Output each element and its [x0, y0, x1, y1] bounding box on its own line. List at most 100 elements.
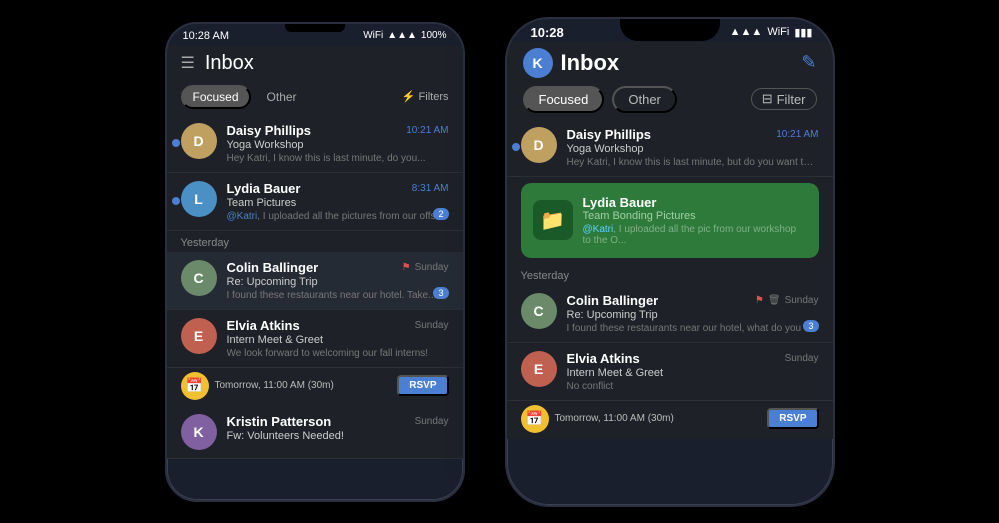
ios-subject-daisy: Yoga Workshop	[567, 143, 819, 155]
android-section-yesterday: Yesterday	[167, 231, 463, 252]
ios-swipe-sender: Lydia Bauer	[583, 195, 657, 210]
sender-elvia: Elvia Atkins	[227, 318, 300, 333]
ios-sender-daisy: Daisy Phillips	[567, 127, 652, 142]
ios-notch	[620, 19, 720, 41]
android-email-lydia[interactable]: L Lydia Bauer 8:31 AM Team Pictures @Kat…	[167, 173, 463, 231]
android-focused-tab[interactable]: Focused	[181, 85, 251, 109]
ios-time: 10:28	[527, 25, 564, 40]
ios-unread-dot-daisy	[512, 143, 520, 151]
ios-rsvp-container: 📅 Tomorrow, 11:00 AM (30m) RSVP	[507, 401, 833, 439]
ios-time-colin: Sunday	[785, 295, 819, 306]
subject-colin: Re: Upcoming Trip	[227, 276, 449, 288]
preview-daisy: Hey Katri, I know this is last minute, d…	[227, 153, 449, 164]
sender-lydia: Lydia Bauer	[227, 181, 301, 196]
ios-time-elvia: Sunday	[785, 353, 819, 364]
wifi-icon: WiFi	[363, 30, 383, 41]
battery-label: 100%	[421, 30, 447, 41]
avatar-lydia: L	[181, 181, 217, 217]
subject-daisy: Yoga Workshop	[227, 139, 449, 151]
ios-email-list: D Daisy Phillips 10:21 AM Yoga Workshop …	[507, 119, 833, 439]
ios-swipe-card: 📁 Lydia Bauer Team Bonding Pictures @Kat…	[521, 183, 819, 258]
ios-filter-label: Filter	[777, 92, 806, 107]
unread-dot	[172, 139, 180, 147]
email-body-elvia: Elvia Atkins Sunday Intern Meet & Greet …	[227, 318, 449, 359]
ios-sender-colin: Colin Ballinger	[567, 293, 659, 308]
badge-lydia: 2	[433, 208, 448, 220]
android-email-elvia[interactable]: E Elvia Atkins Sunday Intern Meet & Gree…	[167, 310, 463, 368]
subject-kristin: Fw: Volunteers Needed!	[227, 430, 449, 442]
android-other-tab[interactable]: Other	[257, 87, 307, 107]
preview-lydia: @Katri, I uploaded all the pictures from…	[227, 211, 449, 222]
ios-subject-elvia: Intern Meet & Greet	[567, 367, 819, 379]
ios-time-daisy: 10:21 AM	[776, 129, 818, 140]
ios-flag-icon-colin: ⚑	[755, 295, 764, 306]
ios-avatar-elvia: E	[521, 351, 557, 387]
preview-elvia: We look forward to welcoming our fall in…	[227, 348, 449, 359]
android-status-icons: WiFi ▲▲▲ 100%	[363, 30, 446, 41]
subject-lydia: Team Pictures	[227, 197, 449, 209]
android-app-header: ☰ Inbox	[167, 46, 463, 81]
ios-signal-icon: ▲▲▲	[730, 26, 763, 38]
flag-icon-colin: ⚑	[402, 262, 411, 273]
filter-label: Filters	[419, 91, 449, 103]
ios-email-colin[interactable]: C Colin Ballinger ⚑ 🗑 Sunday Re: Upcomin…	[507, 285, 833, 343]
ios-filter-icon: ⊟	[762, 91, 773, 107]
ios-email-body-elvia: Elvia Atkins Sunday Intern Meet & Greet …	[567, 351, 819, 392]
android-phone: 10:28 AM WiFi ▲▲▲ 100% ☰ Inbox Focused O…	[165, 22, 465, 502]
avatar-elvia: E	[181, 318, 217, 354]
ios-rsvp-button[interactable]: RSVP	[767, 408, 818, 429]
ios-user-avatar[interactable]: K	[523, 48, 553, 78]
calendar-avatar: 📅	[181, 372, 209, 400]
ios-rsvp-time-text: Tomorrow, 11:00 AM (30m)	[555, 413, 762, 424]
sender-colin: Colin Ballinger	[227, 260, 319, 275]
email-body-lydia: Lydia Bauer 8:31 AM Team Pictures @Katri…	[227, 181, 449, 222]
android-email-kristin[interactable]: K Kristin Patterson Sunday Fw: Volunteer…	[167, 406, 463, 459]
ios-email-elvia[interactable]: E Elvia Atkins Sunday Intern Meet & Gree…	[507, 343, 833, 401]
time-lydia: 8:31 AM	[412, 183, 449, 194]
unread-dot-lydia	[172, 197, 180, 205]
ios-email-daisy[interactable]: D Daisy Phillips 10:21 AM Yoga Workshop …	[507, 119, 833, 177]
android-email-daisy[interactable]: D Daisy Phillips 10:21 AM Yoga Workshop …	[167, 115, 463, 173]
ios-swipe-body: Lydia Bauer Team Bonding Pictures @Katri…	[583, 195, 807, 246]
android-rsvp-button[interactable]: RSVP	[397, 375, 448, 396]
time-elvia: Sunday	[415, 320, 449, 331]
signal-icon: ▲▲▲	[387, 30, 417, 41]
time-colin: Sunday	[415, 262, 449, 273]
hamburger-icon[interactable]: ☰	[181, 53, 195, 73]
ios-inbox-title: Inbox	[561, 50, 802, 76]
android-filters-row: Focused Other ⚡ Filters	[167, 81, 463, 115]
android-email-colin[interactable]: C Colin Ballinger ⚑ Sunday Re: Upcoming …	[167, 252, 463, 310]
avatar-colin: C	[181, 260, 217, 296]
android-time: 10:28 AM	[183, 30, 229, 42]
ios-swipe-avatar: 📁	[533, 200, 573, 240]
android-filter-btn[interactable]: ⚡ Filters	[402, 90, 449, 103]
email-body-kristin: Kristin Patterson Sunday Fw: Volunteers …	[227, 414, 449, 450]
ios-swipe-preview[interactable]: 📁 Lydia Bauer Team Bonding Pictures @Kat…	[521, 183, 819, 258]
ios-badge-colin: 3	[803, 320, 818, 332]
ios-compose-icon[interactable]: ✎	[801, 52, 816, 73]
ios-swipe-subject: Team Bonding Pictures	[583, 210, 807, 222]
sender-kristin: Kristin Patterson	[227, 414, 332, 429]
ios-email-body-colin: Colin Ballinger ⚑ 🗑 Sunday Re: Upcoming …	[567, 293, 819, 334]
ios-phone: 10:28 ▲▲▲ WiFi ▮▮▮ K Inbox ✎ Focused Oth…	[505, 17, 835, 507]
ios-trash-icon: 🗑	[768, 295, 781, 306]
ios-wifi-icon: WiFi	[767, 26, 789, 38]
ios-app-header: K Inbox ✎	[507, 42, 833, 82]
ios-email-body-daisy: Daisy Phillips 10:21 AM Yoga Workshop He…	[567, 127, 819, 168]
ios-filter-btn[interactable]: ⊟ Filter	[751, 88, 817, 110]
time-kristin: Sunday	[415, 416, 449, 427]
ios-section-yesterday: Yesterday	[507, 264, 833, 285]
rsvp-time-text: Tomorrow, 11:00 AM (30m)	[215, 380, 392, 391]
ios-avatar-colin: C	[521, 293, 557, 329]
ios-focused-tab[interactable]: Focused	[523, 86, 605, 113]
email-body-daisy: Daisy Phillips 10:21 AM Yoga Workshop He…	[227, 123, 449, 164]
ios-subject-colin: Re: Upcoming Trip	[567, 309, 819, 321]
badge-colin: 3	[433, 287, 448, 299]
email-body-colin: Colin Ballinger ⚑ Sunday Re: Upcoming Tr…	[227, 260, 449, 301]
preview-colin: I found these restaurants near our hotel…	[227, 290, 449, 301]
ios-sender-elvia: Elvia Atkins	[567, 351, 640, 366]
ios-other-tab[interactable]: Other	[612, 86, 677, 113]
android-email-list: D Daisy Phillips 10:21 AM Yoga Workshop …	[167, 115, 463, 459]
ios-swipe-mention: @Katri	[583, 224, 614, 235]
ios-preview-elvia: No conflict	[567, 381, 819, 392]
